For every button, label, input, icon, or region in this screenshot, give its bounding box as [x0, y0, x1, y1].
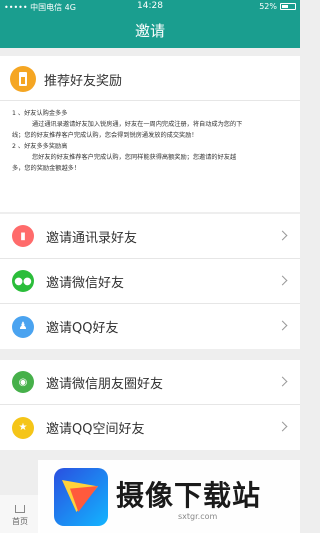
reward-line-4: 2 、好友多多奖励高 [12, 143, 68, 150]
wechat-icon: ●● [12, 270, 34, 292]
divider [0, 100, 300, 101]
invite-contacts-label: 邀请通讯录好友 [46, 230, 138, 246]
battery-percent: 52% [259, 2, 277, 11]
reward-line-5: 您好友的好友推荐客户完成认购，您同样能获得高额奖励；您邀请的好友越 [32, 154, 237, 161]
watermark: 摄像下载站 sxtgr.com [38, 460, 300, 533]
chevron-right-icon [277, 230, 288, 241]
qq-icon: ♟ [12, 315, 34, 338]
battery-icon [280, 3, 296, 10]
chevron-right-icon [277, 320, 288, 331]
page-title: 邀请 [134, 22, 165, 40]
contacts-icon: ▮ [12, 225, 34, 247]
reward-card-header: 推荐好友奖励 [10, 66, 122, 92]
invite-group-2: ◉ 邀请微信朋友圈好友 ★ 邀请QQ空间好友 [0, 360, 300, 450]
gift-icon [10, 66, 36, 92]
watermark-logo-icon [54, 468, 108, 526]
watermark-title: 摄像下载站 [116, 479, 262, 512]
reward-card-title: 推荐好友奖励 [44, 73, 123, 89]
invite-moments-row[interactable]: ◉ 邀请微信朋友圈好友 [0, 360, 300, 405]
reward-line-2: 通过通讯录邀请好友加入锐房通，好友在一周内完成注册，将自动成为您的下 [32, 121, 243, 128]
status-bar: ••••• 中国电信 4G 14:28 52% [0, 0, 300, 14]
reward-card-body: 1 、好友认购金多多 通过通讯录邀请好友加入锐房通，好友在一周内完成注册，将自动… [12, 108, 294, 174]
qzone-icon: ★ [12, 416, 34, 439]
chevron-right-icon [277, 376, 288, 387]
moments-icon: ◉ [12, 371, 34, 393]
invite-group-1: ▮ 邀请通讯录好友 ●● 邀请微信好友 ♟ 邀请QQ好友 [0, 214, 300, 349]
reward-line-3: 线；您的好友推荐客户完成认购，您会得到锐房通发放的成交奖励！ [12, 132, 198, 139]
status-right: 52% [259, 2, 296, 11]
clock: 14:28 [137, 1, 163, 11]
reward-line-6: 多，您的奖励金额越多！ [12, 165, 81, 172]
reward-card: 推荐好友奖励 1 、好友认购金多多 通过通讯录邀请好友加入锐房通，好友在一周内完… [0, 56, 300, 212]
home-icon [12, 499, 28, 513]
invite-moments-label: 邀请微信朋友圈好友 [46, 376, 164, 392]
watermark-url: sxtgr.com [178, 512, 218, 521]
invite-qq-label: 邀请QQ好友 [46, 321, 119, 336]
invite-qq-row[interactable]: ♟ 邀请QQ好友 [0, 304, 300, 349]
tab-home-label: 首页 [12, 517, 28, 526]
invite-wechat-row[interactable]: ●● 邀请微信好友 [0, 259, 300, 304]
invite-qzone-row[interactable]: ★ 邀请QQ空间好友 [0, 405, 300, 450]
invite-contacts-row[interactable]: ▮ 邀请通讯录好友 [0, 214, 300, 259]
invite-qzone-label: 邀请QQ空间好友 [46, 422, 145, 437]
tab-bar: 首页 [0, 495, 40, 533]
tab-home[interactable]: 首页 [6, 499, 34, 527]
chevron-right-icon [277, 275, 288, 286]
reward-line-1: 1 、好友认购金多多 [12, 110, 68, 117]
invite-wechat-label: 邀请微信好友 [46, 275, 125, 291]
chevron-right-icon [277, 421, 288, 432]
nav-bar: 邀请 [0, 14, 300, 48]
